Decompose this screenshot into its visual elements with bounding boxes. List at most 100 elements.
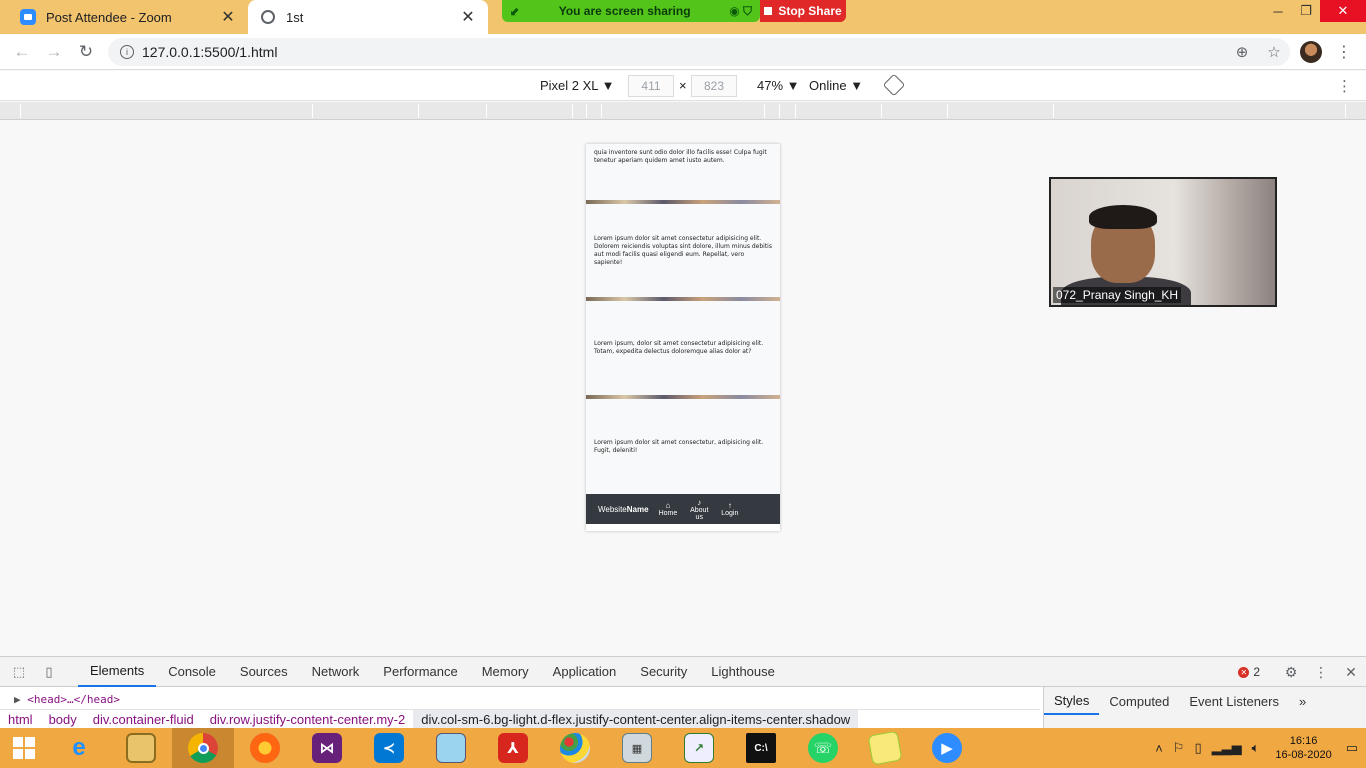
breadcrumb-item[interactable]: html xyxy=(0,712,41,727)
nav-login[interactable]: ↑ Login xyxy=(721,501,738,517)
card-text: quia inventore sunt odio dolor illo faci… xyxy=(594,149,767,164)
tab-sources[interactable]: Sources xyxy=(228,657,300,687)
info-icon: ♪ xyxy=(697,497,702,507)
tab-lighthouse[interactable]: Lighthouse xyxy=(699,657,787,687)
chrome-icon[interactable] xyxy=(172,728,234,768)
tab-memory[interactable]: Memory xyxy=(470,657,541,687)
internet-explorer-icon[interactable]: e xyxy=(48,728,110,768)
profile-avatar[interactable] xyxy=(1300,41,1322,63)
bookmark-star-icon[interactable]: ☆ xyxy=(1258,43,1290,61)
system-tray: ˄ ⚐ ▯ ▂▃▅ 🔈︎ 16:16 16-08-2020 ▭ xyxy=(1145,728,1358,768)
flag-icon[interactable]: ⚐ xyxy=(1173,740,1185,756)
tab-event-listeners[interactable]: Event Listeners xyxy=(1179,687,1289,715)
clock-time: 16:16 xyxy=(1289,735,1318,747)
acrobat-icon[interactable]: ⅄ xyxy=(482,728,544,768)
network-throttle-select[interactable]: Online ▼ xyxy=(809,78,863,93)
window-controls: ─ ❐ ✕ xyxy=(1264,0,1366,22)
volume-icon[interactable]: 🔈︎ xyxy=(1252,740,1260,756)
close-icon[interactable]: ✕ xyxy=(1336,664,1366,681)
tab-1st[interactable]: 1st ✕ xyxy=(248,0,488,34)
device-select[interactable]: Pixel 2 XL ▼ xyxy=(540,78,615,93)
tab-post-attendee-zoom[interactable]: Post Attendee - Zoom ✕ xyxy=(8,0,248,34)
restore-icon[interactable]: ❐ xyxy=(1292,0,1320,22)
power-icon[interactable]: ▯ xyxy=(1194,740,1201,756)
start-button[interactable] xyxy=(0,728,48,768)
spreadsheet-icon[interactable]: ↗ xyxy=(668,728,730,768)
card-text: Lorem ipsum dolor sit amet consectetur a… xyxy=(594,234,772,266)
notifications-icon[interactable]: ▭ xyxy=(1346,740,1358,756)
whatsapp-icon[interactable]: ☏ xyxy=(792,728,854,768)
error-counter[interactable]: ✕ 2 xyxy=(1238,665,1260,679)
dimension-separator: × xyxy=(679,78,687,93)
file-explorer-icon[interactable] xyxy=(110,728,172,768)
content-card: quia inventore sunt odio dolor illo faci… xyxy=(586,144,780,200)
dom-node-text: <head>…</head> xyxy=(27,693,120,706)
nav-label: About us xyxy=(690,506,709,521)
zoom-magnifier-icon[interactable]: ⊕ xyxy=(1226,43,1258,61)
clock[interactable]: 16:16 16-08-2020 xyxy=(1275,734,1331,762)
bottom-navbar: WebsiteName ⌂ Home ♪ About us ↑ Login xyxy=(586,494,780,524)
gear-icon[interactable]: ⚙ xyxy=(1276,664,1306,681)
close-icon[interactable]: ✕ xyxy=(220,7,236,27)
window-close-button[interactable]: ✕ xyxy=(1320,0,1366,22)
tray-chevron-icon[interactable]: ˄ xyxy=(1155,741,1163,756)
chrome-menu-icon[interactable]: ⋮ xyxy=(1334,42,1354,62)
command-prompt-icon[interactable]: C:\ xyxy=(730,728,792,768)
address-bar[interactable]: i 127.0.0.1:5500/1.html ⊕ ☆ xyxy=(108,38,1290,66)
notepad-icon[interactable] xyxy=(420,728,482,768)
tab-application[interactable]: Application xyxy=(541,657,629,687)
expand-triangle-icon[interactable]: ▶ xyxy=(14,693,21,706)
zoom-icon xyxy=(20,9,36,25)
breadcrumb-item-selected[interactable]: div.col-sm-6.bg-light.d-flex.justify-con… xyxy=(413,709,859,730)
styles-pane: Styles Computed Event Listeners » xyxy=(1043,687,1366,729)
network-icon[interactable]: ▂▃▅ xyxy=(1212,740,1242,756)
tab-styles[interactable]: Styles xyxy=(1044,687,1100,715)
tab-performance[interactable]: Performance xyxy=(371,657,469,687)
device-height-input[interactable]: 823 xyxy=(691,75,737,97)
home-icon: ⌂ xyxy=(665,501,671,510)
brand-part: Website xyxy=(598,504,627,514)
device-menu-icon[interactable]: ⋮ xyxy=(1337,77,1352,95)
brand-bold-part: Name xyxy=(626,504,649,514)
paint-icon[interactable] xyxy=(544,728,606,768)
navbar-brand[interactable]: WebsiteName xyxy=(598,505,649,514)
clock-date: 16-08-2020 xyxy=(1275,749,1332,761)
info-icon[interactable]: i xyxy=(120,45,134,59)
nav-about[interactable]: ♪ About us xyxy=(687,498,711,521)
stop-share-button[interactable]: Stop Share xyxy=(760,0,846,22)
rotate-icon[interactable] xyxy=(882,73,906,97)
forward-icon[interactable]: → xyxy=(38,36,70,68)
vscode-icon[interactable]: ≺ xyxy=(358,728,420,768)
tab-computed[interactable]: Computed xyxy=(1099,687,1179,715)
zoom-select[interactable]: 47% ▼ xyxy=(757,78,800,93)
close-icon[interactable]: ✕ xyxy=(460,7,476,27)
dom-breadcrumbs: html body div.container-fluid div.row.ju… xyxy=(0,709,1040,730)
zoom-video-thumbnail[interactable]: 072_Pranay Singh_KH xyxy=(1049,177,1277,307)
back-icon[interactable]: ← xyxy=(6,36,38,68)
emulated-device-viewport[interactable]: quia inventore sunt odio dolor illo faci… xyxy=(586,144,780,531)
dom-tree-line[interactable]: ▶ <head>…</head> xyxy=(14,693,120,706)
media-query-ruler[interactable] xyxy=(0,102,1366,120)
tab-network[interactable]: Network xyxy=(300,657,372,687)
breadcrumb-item[interactable]: body xyxy=(41,712,85,727)
device-width-input[interactable]: 411 xyxy=(628,75,674,97)
calculator-icon[interactable]: ▦ xyxy=(606,728,668,768)
firefox-icon[interactable] xyxy=(234,728,296,768)
minimize-icon[interactable]: ─ xyxy=(1264,0,1292,22)
screen-sharing-text: You are screen sharing xyxy=(558,4,691,18)
tab-console[interactable]: Console xyxy=(156,657,228,687)
reload-icon[interactable]: ↻ xyxy=(70,36,102,68)
zoom-app-icon[interactable]: ▶ xyxy=(916,728,978,768)
zoom-value: 47% xyxy=(757,78,784,93)
device-toggle-icon[interactable]: ▯ xyxy=(34,664,64,680)
nav-home[interactable]: ⌂ Home xyxy=(659,501,678,517)
tab-elements[interactable]: Elements xyxy=(78,657,157,687)
sticky-notes-icon[interactable] xyxy=(854,728,916,768)
breadcrumb-item[interactable]: div.row.justify-content-center.my-2 xyxy=(202,712,414,727)
more-tabs-icon[interactable]: » xyxy=(1289,687,1316,715)
inspect-element-icon[interactable]: ⬚ xyxy=(4,664,34,680)
devtools-menu-icon[interactable]: ⋮ xyxy=(1306,664,1336,681)
tab-security[interactable]: Security xyxy=(628,657,699,687)
visual-studio-icon[interactable]: ⋈ xyxy=(296,728,358,768)
breadcrumb-item[interactable]: div.container-fluid xyxy=(85,712,202,727)
